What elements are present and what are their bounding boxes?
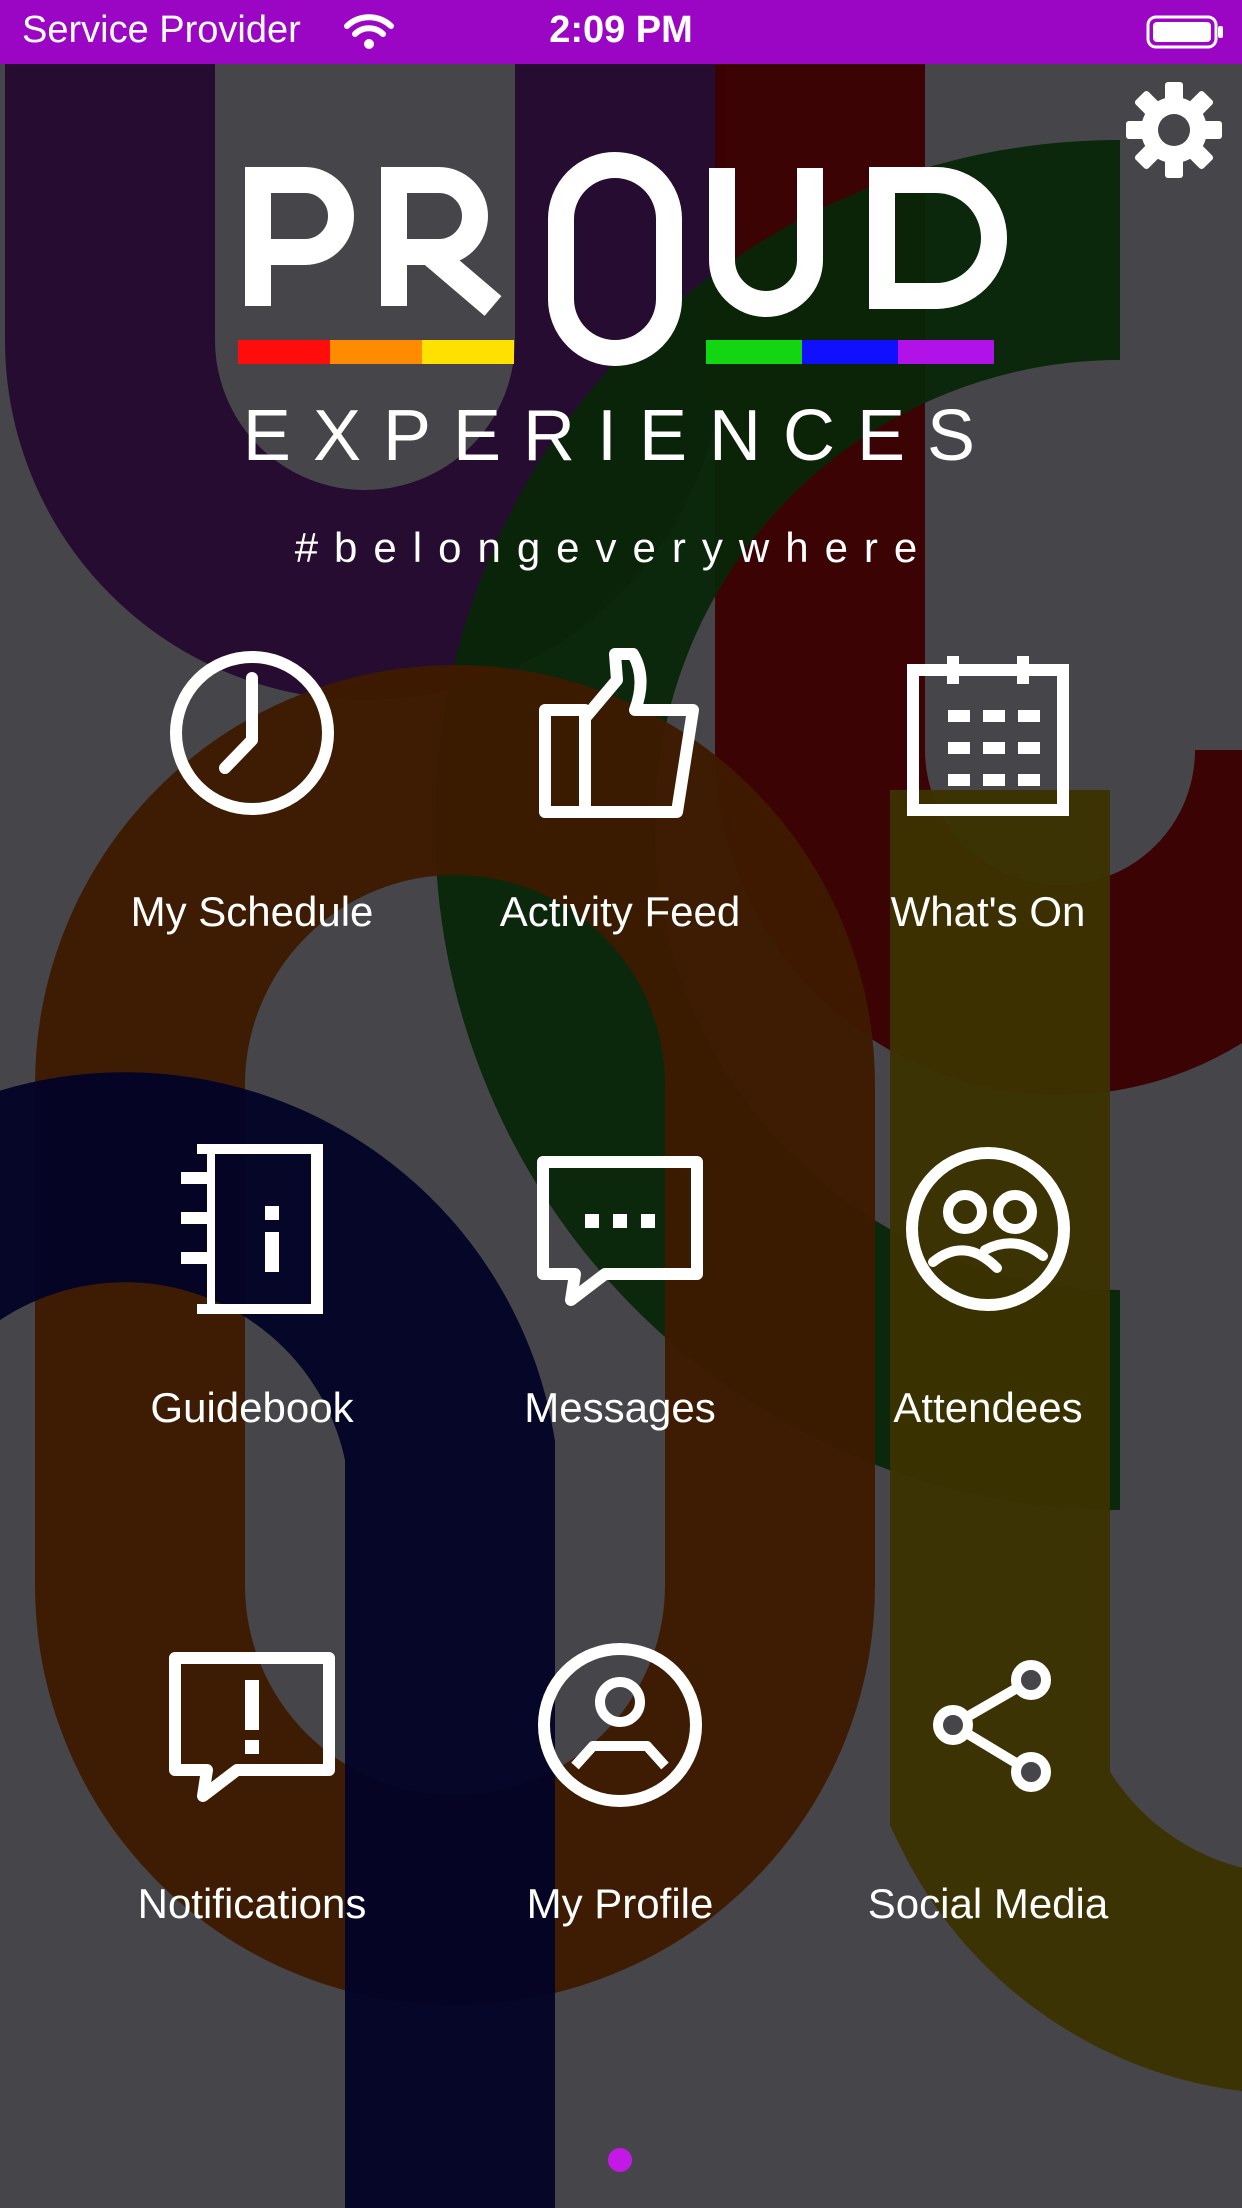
proud-experiences-logo: EXPERIENCES #belongeverywhere (238, 152, 1007, 571)
user-circle-icon (538, 1643, 702, 1807)
gear-icon (1126, 82, 1222, 178)
menu-my-schedule[interactable]: My Schedule (67, 648, 437, 968)
settings-button[interactable] (1124, 80, 1224, 185)
menu-label: What's On (890, 888, 1086, 935)
menu-label: My Profile (526, 1880, 714, 1927)
share-icon (933, 1660, 1051, 1792)
menu-label: Messages (524, 1384, 716, 1431)
chat-bubble-icon (537, 1156, 703, 1306)
menu-attendees[interactable]: Attendees (803, 1144, 1173, 1464)
alert-bubble-icon (169, 1652, 335, 1802)
menu-messages[interactable]: Messages (435, 1144, 805, 1464)
menu-notifications[interactable]: Notifications (67, 1640, 437, 1960)
svg-text:EXPERIENCES: EXPERIENCES (243, 396, 997, 476)
menu-activity-feed[interactable]: Activity Feed (435, 648, 805, 968)
status-bar: Service Provider 2:09 PM (0, 0, 1242, 64)
people-icon (906, 1147, 1070, 1311)
battery-icon (1146, 14, 1226, 55)
status-time: 2:09 PM (549, 9, 693, 51)
menu-label: Notifications (137, 1880, 367, 1927)
menu-label: My Schedule (130, 888, 374, 935)
thumbs-up-icon (539, 648, 699, 818)
menu-my-profile[interactable]: My Profile (435, 1640, 805, 1960)
menu-whats-on[interactable]: What's On (803, 648, 1173, 968)
menu-label: Attendees (893, 1384, 1083, 1431)
hashtag-text: #belongeverywhere (295, 524, 934, 571)
calendar-icon (907, 656, 1069, 816)
menu-label: Guidebook (150, 1384, 354, 1431)
menu-label: Social Media (867, 1880, 1109, 1927)
clock-icon (170, 651, 334, 815)
menu-label: Activity Feed (499, 888, 741, 935)
menu-guidebook[interactable]: Guidebook (67, 1144, 437, 1464)
menu-social-media[interactable]: Social Media (803, 1640, 1173, 1960)
guidebook-icon (181, 1144, 323, 1314)
page-indicator-dot[interactable] (608, 2148, 632, 2172)
